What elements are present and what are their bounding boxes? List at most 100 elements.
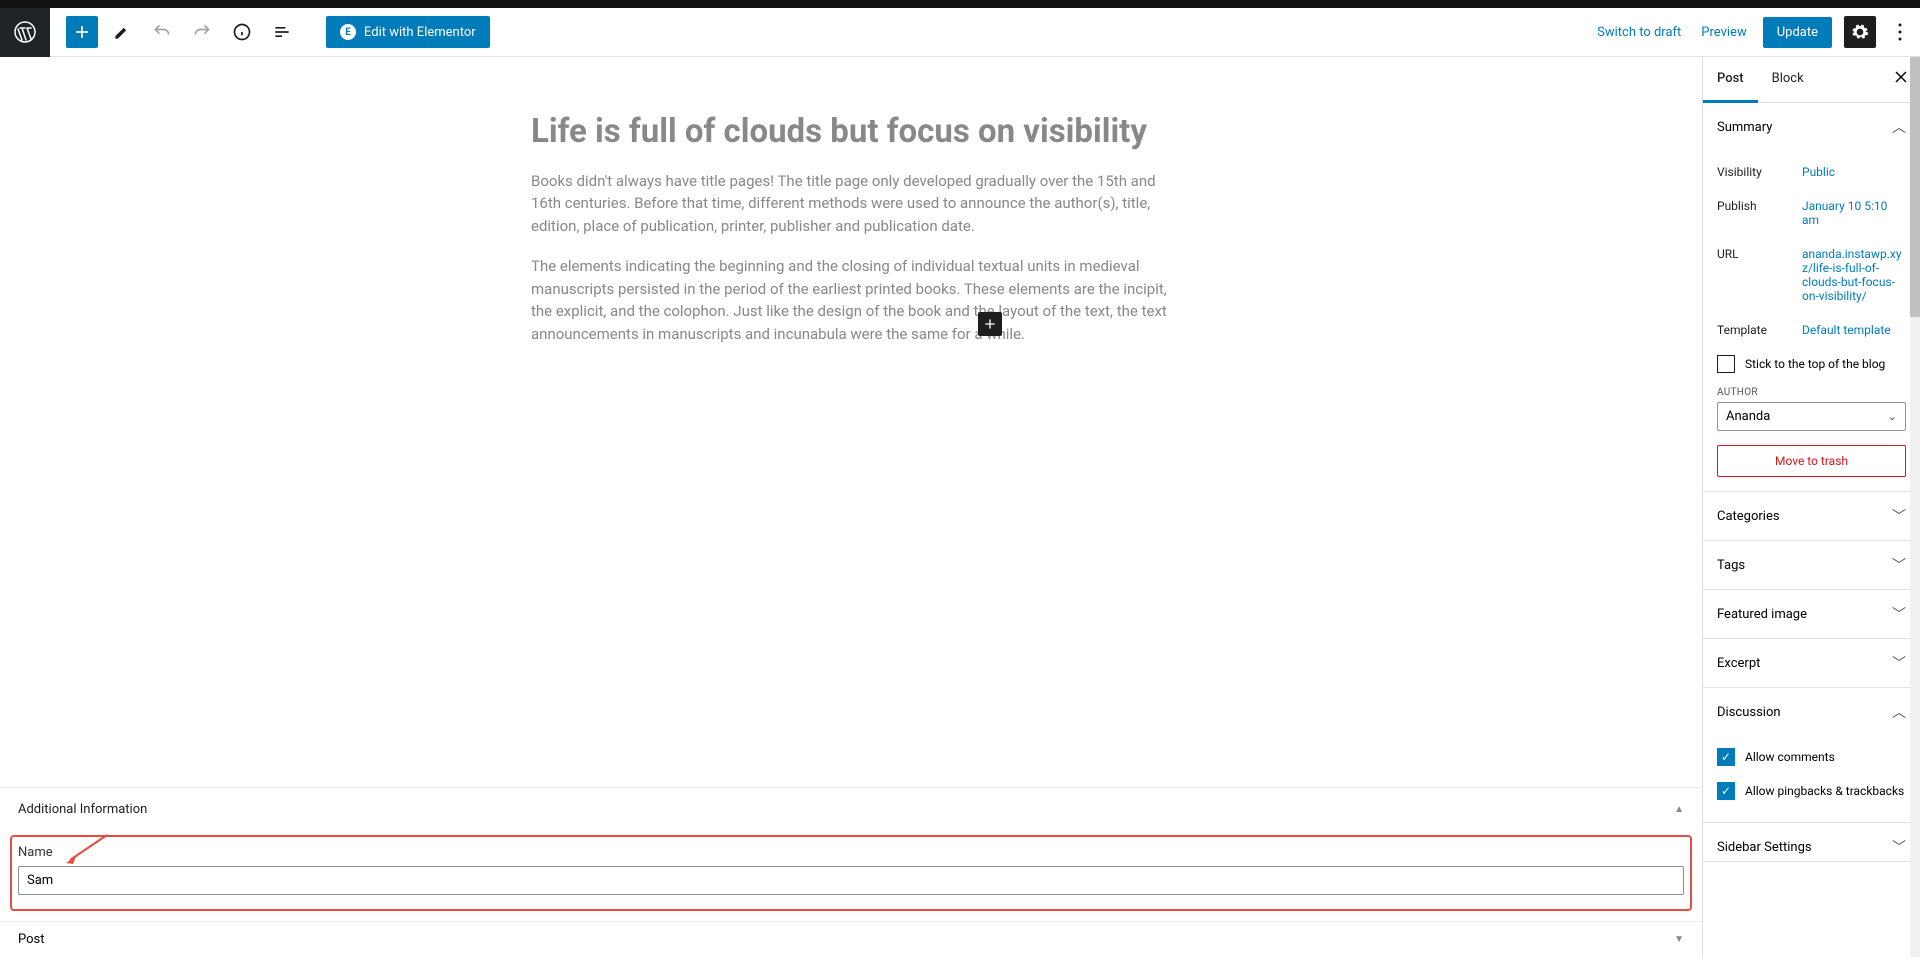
editor-topbar: E Edit with Elementor Switch to draft Pr… — [0, 8, 1920, 57]
update-button[interactable]: Update — [1763, 17, 1832, 48]
meta-boxes-area: Additional Information ▲ Name Post ▼ — [0, 787, 1702, 957]
plus-icon — [72, 22, 92, 42]
panel-title: Discussion — [1717, 705, 1781, 720]
panel-summary-header[interactable]: Summary ︿ — [1703, 103, 1920, 151]
move-to-trash-button[interactable]: Move to trash — [1717, 445, 1906, 477]
visibility-label: Visibility — [1717, 165, 1802, 179]
more-options-button[interactable] — [1888, 16, 1912, 48]
editor-canvas[interactable]: Life is full of clouds but focus on visi… — [0, 57, 1702, 957]
tab-block[interactable]: Block — [1758, 57, 1818, 102]
collapse-icon: ▼ — [1674, 934, 1684, 945]
dots-vertical-icon — [1898, 23, 1902, 41]
inline-add-block-button[interactable] — [978, 312, 1002, 336]
preview-link[interactable]: Preview — [1697, 19, 1750, 46]
stick-checkbox-row[interactable]: Stick to the top of the blog — [1717, 347, 1906, 381]
edit-elementor-button[interactable]: E Edit with Elementor — [326, 16, 490, 48]
panel-categories: Categories ﹀ — [1703, 492, 1920, 541]
add-block-button[interactable] — [66, 16, 98, 48]
panel-excerpt: Excerpt ﹀ — [1703, 639, 1920, 688]
post-paragraph-2[interactable]: The elements indicating the beginning an… — [531, 255, 1171, 345]
author-select[interactable]: Ananda ⌄ — [1717, 402, 1906, 431]
tab-post[interactable]: Post — [1703, 57, 1758, 103]
elementor-label: Edit with Elementor — [364, 25, 476, 40]
meta-section-title: Additional Information — [18, 802, 147, 817]
panel-title: Categories — [1717, 509, 1780, 524]
panel-discussion: Discussion ︿ ✓ Allow comments ✓ Allow pi… — [1703, 688, 1920, 823]
tools-button[interactable] — [106, 16, 138, 48]
redo-icon — [192, 22, 212, 42]
checkbox-unchecked-icon — [1717, 355, 1735, 373]
scrollbar-thumb[interactable] — [1910, 57, 1920, 317]
chevron-down-icon: ﹀ — [1892, 653, 1906, 673]
redo-button[interactable] — [186, 16, 218, 48]
visibility-value[interactable]: Public — [1802, 165, 1906, 179]
meta-body-highlighted: Name — [10, 835, 1692, 911]
stick-label: Stick to the top of the blog — [1745, 357, 1885, 371]
panel-categories-header[interactable]: Categories ﹀ — [1703, 492, 1920, 540]
template-label: Template — [1717, 323, 1802, 337]
panel-excerpt-header[interactable]: Excerpt ﹀ — [1703, 639, 1920, 687]
publish-value[interactable]: January 10 5:10 am — [1802, 199, 1906, 227]
outline-button[interactable] — [266, 16, 298, 48]
panel-title: Featured image — [1717, 607, 1807, 622]
summary-template-row: Template Default template — [1717, 313, 1906, 347]
checkbox-checked-icon: ✓ — [1717, 782, 1735, 800]
name-field-label: Name — [18, 845, 1684, 860]
pencil-icon — [112, 22, 132, 42]
post-paragraph-1[interactable]: Books didn't always have title pages! Th… — [531, 170, 1171, 238]
wordpress-logo[interactable] — [0, 8, 50, 57]
chevron-down-icon: ﹀ — [1892, 604, 1906, 624]
summary-url-row: URL ananda.instawp.xyz/life-is-full-of-c… — [1717, 237, 1906, 313]
meta-section-header[interactable]: Additional Information ▲ — [0, 787, 1702, 831]
url-value[interactable]: ananda.instawp.xyz/life-is-full-of-cloud… — [1802, 247, 1906, 303]
panel-sidebar-settings-header[interactable]: Sidebar Settings ﹀ — [1703, 823, 1920, 861]
panel-tags: Tags ﹀ — [1703, 541, 1920, 590]
info-icon — [232, 22, 252, 42]
checkbox-checked-icon: ✓ — [1717, 748, 1735, 766]
plus-icon — [982, 316, 998, 332]
allow-comments-label: Allow comments — [1745, 750, 1835, 764]
undo-icon — [152, 22, 172, 42]
settings-sidebar: Post Block Summary ︿ Visibility Public P… — [1702, 57, 1920, 957]
panel-featured-image: Featured image ﹀ — [1703, 590, 1920, 639]
chevron-down-icon: ﹀ — [1892, 837, 1906, 857]
switch-draft-link[interactable]: Switch to draft — [1593, 19, 1685, 46]
allow-pingbacks-row[interactable]: ✓ Allow pingbacks & trackbacks — [1717, 774, 1906, 808]
panel-title: Excerpt — [1717, 656, 1760, 671]
panel-summary-body: Visibility Public Publish January 10 5:1… — [1703, 151, 1920, 491]
toolbar-right-group: Switch to draft Preview Update — [1593, 16, 1920, 48]
meta-footer-label: Post — [18, 932, 45, 947]
annotation-arrow — [62, 832, 110, 866]
publish-label: Publish — [1717, 199, 1802, 227]
panel-discussion-header[interactable]: Discussion ︿ — [1703, 688, 1920, 736]
browser-chrome-strip — [0, 0, 1920, 8]
meta-footer[interactable]: Post ▼ — [0, 921, 1702, 957]
sidebar-tabs: Post Block — [1703, 57, 1920, 103]
panel-featured-header[interactable]: Featured image ﹀ — [1703, 590, 1920, 638]
toolbar-left-group: E Edit with Elementor — [50, 16, 490, 48]
allow-comments-row[interactable]: ✓ Allow comments — [1717, 740, 1906, 774]
name-field-input[interactable] — [18, 866, 1684, 895]
settings-toggle-button[interactable] — [1844, 16, 1876, 48]
undo-button[interactable] — [146, 16, 178, 48]
chevron-up-icon: ︿ — [1892, 117, 1906, 137]
elementor-icon: E — [340, 24, 356, 40]
panel-title: Summary — [1717, 120, 1772, 135]
summary-publish-row: Publish January 10 5:10 am — [1717, 189, 1906, 237]
panel-discussion-body: ✓ Allow comments ✓ Allow pingbacks & tra… — [1703, 736, 1920, 822]
collapse-icon: ▲ — [1674, 804, 1684, 815]
author-value: Ananda — [1726, 409, 1770, 424]
panel-tags-header[interactable]: Tags ﹀ — [1703, 541, 1920, 589]
gear-icon — [1850, 22, 1870, 42]
author-field-label: AUTHOR — [1717, 387, 1906, 398]
close-icon — [1894, 70, 1908, 84]
post-title[interactable]: Life is full of clouds but focus on visi… — [531, 112, 1171, 152]
template-value[interactable]: Default template — [1802, 323, 1906, 337]
summary-visibility-row: Visibility Public — [1717, 155, 1906, 189]
post-content: Life is full of clouds but focus on visi… — [521, 112, 1181, 345]
vertical-scrollbar[interactable] — [1910, 57, 1920, 957]
details-button[interactable] — [226, 16, 258, 48]
allow-pingbacks-label: Allow pingbacks & trackbacks — [1745, 784, 1904, 798]
panel-summary: Summary ︿ Visibility Public Publish Janu… — [1703, 103, 1920, 492]
panel-sidebar-settings: Sidebar Settings ﹀ — [1703, 823, 1920, 862]
